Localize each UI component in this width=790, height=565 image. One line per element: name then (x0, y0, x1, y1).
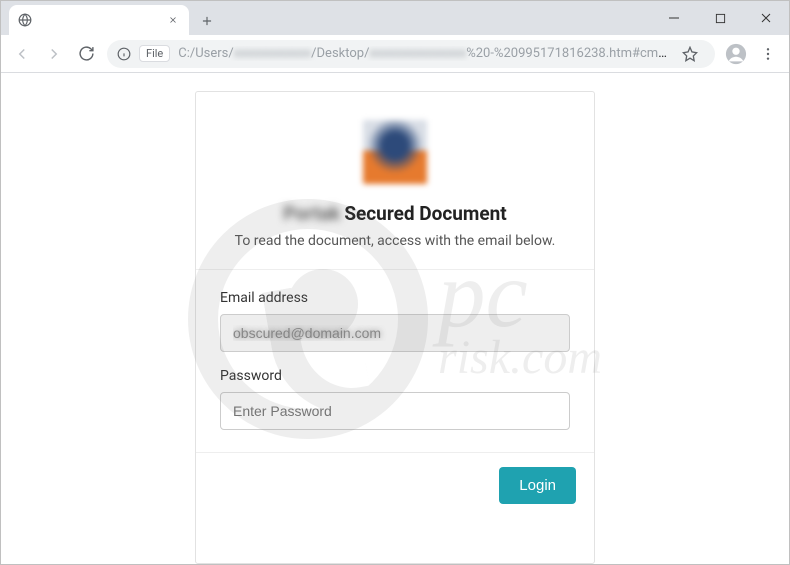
address-bar[interactable]: File C:/Users/xxxxxxxxxxxx/Desktop/xxxxx… (107, 40, 715, 68)
file-chip: File (139, 45, 170, 62)
profile-avatar-icon[interactable] (721, 39, 751, 69)
page-viewport: pc risk.com PortakSecured Document To re… (1, 73, 789, 564)
login-button[interactable]: Login (499, 467, 576, 504)
browser-tab-active[interactable] (9, 5, 189, 35)
url-text: C:/Users/xxxxxxxxxxxx/Desktop/xxxxxxxxxx… (178, 46, 667, 61)
forward-button[interactable] (39, 39, 69, 69)
back-button[interactable] (7, 39, 37, 69)
email-field[interactable] (220, 314, 570, 352)
globe-icon (17, 12, 33, 28)
password-field[interactable] (220, 392, 570, 430)
window-controls (651, 1, 789, 35)
bookmark-star-icon[interactable] (675, 40, 705, 68)
info-icon[interactable] (117, 47, 131, 61)
close-window-button[interactable] (743, 3, 789, 33)
kebab-menu-icon[interactable] (753, 39, 783, 69)
card-header: PortakSecured Document To read the docum… (196, 92, 594, 270)
login-card: PortakSecured Document To read the docum… (195, 91, 595, 564)
password-label: Password (220, 368, 570, 384)
email-label: Email address (220, 290, 570, 306)
close-tab-icon[interactable] (165, 12, 181, 28)
brand-logo-icon (363, 120, 427, 184)
card-body: Email address Password (196, 270, 594, 453)
new-tab-button[interactable] (193, 7, 221, 35)
card-title: PortakSecured Document (220, 202, 570, 225)
card-subtitle: To read the document, access with the em… (220, 233, 570, 249)
browser-window: File C:/Users/xxxxxxxxxxxx/Desktop/xxxxx… (0, 0, 790, 565)
minimize-button[interactable] (651, 3, 697, 33)
tab-strip (1, 1, 789, 35)
card-footer: Login (196, 453, 594, 518)
maximize-button[interactable] (697, 3, 743, 33)
reload-button[interactable] (71, 39, 101, 69)
navigation-bar: File C:/Users/xxxxxxxxxxxx/Desktop/xxxxx… (1, 35, 789, 73)
